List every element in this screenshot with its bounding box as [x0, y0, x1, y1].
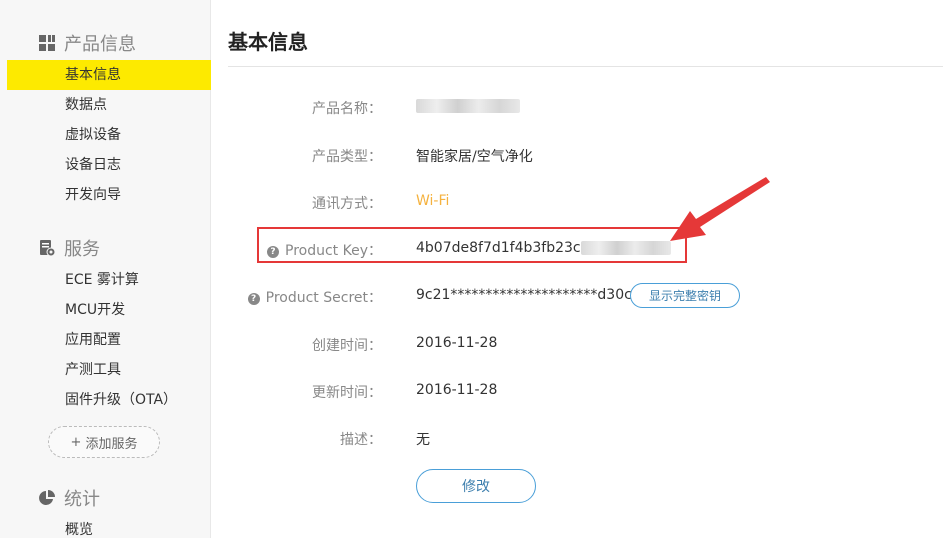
- comm-method-label: 通讯方式：: [312, 196, 382, 212]
- page-title: 基本信息: [228, 30, 308, 54]
- description-label: 描述：: [340, 432, 382, 448]
- product-type-value: 智能家居/空气净化: [416, 149, 533, 165]
- updated-label: 更新时间：: [312, 385, 382, 401]
- edit-button[interactable]: 修改: [416, 469, 536, 503]
- sidebar-item-virtual-device[interactable]: 虚拟设备: [7, 120, 211, 150]
- product-secret-label: ? Product Secret：: [210, 287, 382, 307]
- product-name-value: [416, 98, 520, 114]
- product-secret-value: 9c21*********************d30c: [416, 287, 632, 303]
- grid-icon: [38, 34, 56, 52]
- plus-icon: +: [70, 434, 82, 450]
- settings-doc-icon: [38, 239, 56, 257]
- sidebar-item-mcu[interactable]: MCU开发: [7, 295, 211, 325]
- annotation-arrow-icon: [670, 177, 770, 241]
- show-full-secret-button[interactable]: 显示完整密钥: [630, 283, 740, 308]
- sidebar: 产品信息 基本信息 数据点 虚拟设备 设备日志 开发向导 服务 ECE 雾计算 …: [0, 0, 211, 538]
- sidebar-item-overview[interactable]: 概览: [7, 515, 211, 545]
- add-service-button[interactable]: + 添加服务: [48, 426, 160, 458]
- section-title: 产品信息: [64, 34, 136, 55]
- redacted-block: [416, 99, 520, 113]
- product-name-label: 产品名称：: [312, 101, 382, 117]
- sidebar-item-production-test[interactable]: 产测工具: [7, 355, 211, 385]
- sidebar-item-datapoints[interactable]: 数据点: [7, 90, 211, 120]
- created-value: 2016-11-28: [416, 335, 498, 351]
- sidebar-item-device-log[interactable]: 设备日志: [7, 150, 211, 180]
- question-icon[interactable]: ?: [267, 246, 279, 258]
- product-key-label: ? Product Key：: [210, 240, 382, 260]
- created-label: 创建时间：: [312, 338, 382, 354]
- product-key-text: 4b07de8f7d1f4b3fb23c: [416, 240, 581, 256]
- section-stats: 统计: [38, 485, 100, 511]
- product-key-value: 4b07de8f7d1f4b3fb23c: [416, 240, 671, 256]
- divider: [228, 66, 943, 67]
- sidebar-item-app-config[interactable]: 应用配置: [7, 325, 211, 355]
- updated-value: 2016-11-28: [416, 382, 498, 398]
- sidebar-item-basic-info[interactable]: 基本信息: [7, 60, 211, 90]
- comm-method-value: Wi-Fi: [416, 193, 450, 209]
- question-icon[interactable]: ?: [247, 293, 260, 305]
- pie-chart-icon: [38, 489, 56, 507]
- section-title: 统计: [64, 489, 100, 510]
- section-services: 服务: [38, 235, 100, 261]
- sidebar-item-ece[interactable]: ECE 雾计算: [7, 265, 211, 295]
- sidebar-item-ota[interactable]: 固件升级（OTA）: [7, 385, 211, 415]
- sidebar-item-dev-guide[interactable]: 开发向导: [7, 180, 211, 210]
- description-value: 无: [416, 432, 430, 448]
- section-product-info: 产品信息: [38, 30, 136, 56]
- add-service-label: 添加服务: [85, 436, 138, 452]
- product-type-label: 产品类型：: [312, 149, 382, 165]
- redacted-block: [580, 241, 671, 255]
- section-title: 服务: [64, 239, 100, 260]
